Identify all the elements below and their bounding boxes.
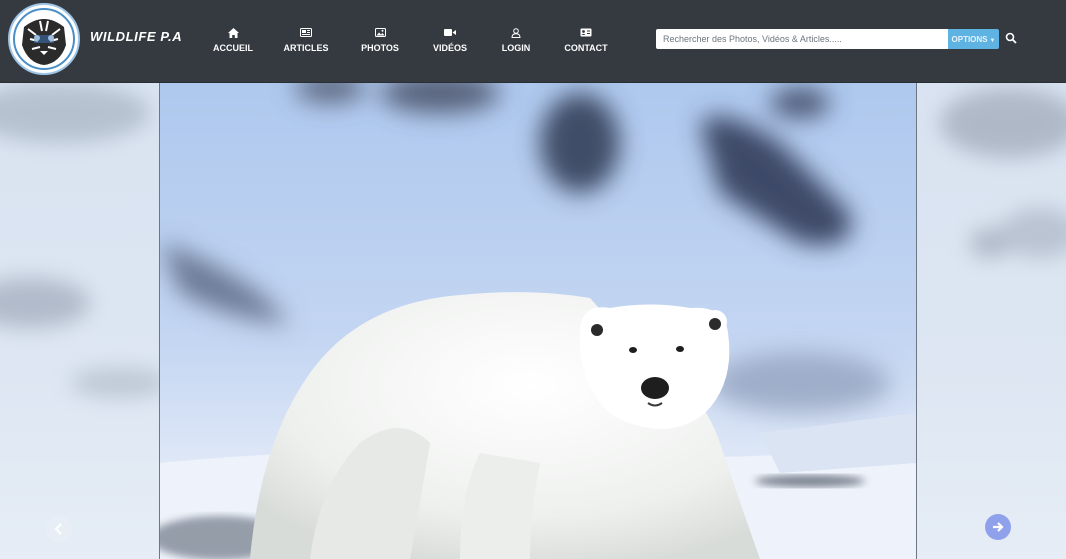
image-icon <box>342 28 418 39</box>
nav-contact[interactable]: CONTACT <box>548 28 624 56</box>
nav-videos[interactable]: VIDÉOS <box>412 28 488 56</box>
carousel-next-button[interactable] <box>985 514 1011 540</box>
user-icon <box>478 28 554 39</box>
top-navbar: WILDLIFE P.A ACCUEIL ARTICLES PHOTOS VID… <box>0 0 1066 83</box>
nav-articles[interactable]: ARTICLES <box>268 28 344 56</box>
carousel-prev-button[interactable] <box>46 516 72 542</box>
nav-accueil[interactable]: ACCUEIL <box>195 28 271 56</box>
options-label: OPTIONS <box>951 34 988 44</box>
site-brand-name[interactable]: WILDLIFE P.A <box>90 29 182 44</box>
options-dropdown-button[interactable]: OPTIONS ▼ <box>948 29 999 49</box>
newspaper-icon <box>268 28 344 39</box>
video-camera-icon <box>412 28 488 39</box>
chevron-left-icon <box>46 522 72 536</box>
caret-down-icon: ▼ <box>989 37 996 44</box>
search-button[interactable] <box>1003 31 1019 47</box>
search-icon <box>1005 32 1017 47</box>
contact-card-icon <box>548 28 624 39</box>
tiger-logo-icon[interactable] <box>8 3 80 75</box>
search-input[interactable] <box>656 29 949 49</box>
nav-login[interactable]: LOGIN <box>478 28 554 56</box>
nav-label: CONTACT <box>564 43 608 53</box>
nav-label: LOGIN <box>501 43 531 53</box>
nav-label: ARTICLES <box>283 43 329 53</box>
photo-carousel <box>0 83 1066 559</box>
nav-photos[interactable]: PHOTOS <box>342 28 418 56</box>
carousel-slide[interactable] <box>159 83 917 559</box>
polar-bear-photo <box>160 83 916 559</box>
nav-label: VIDÉOS <box>432 43 467 53</box>
home-icon <box>195 28 271 39</box>
nav-label: PHOTOS <box>361 43 399 53</box>
nav-label: ACCUEIL <box>213 43 253 53</box>
arrow-right-icon <box>985 520 1011 534</box>
